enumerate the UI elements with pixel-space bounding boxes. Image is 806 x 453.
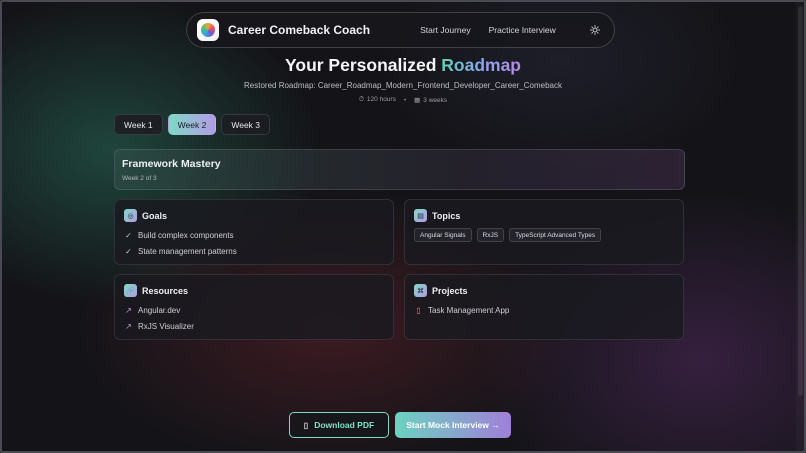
meta-separator: • [403, 96, 407, 104]
resource-text[interactable]: RxJS Visualizer [138, 322, 194, 331]
nav-link-start-journey[interactable]: Start Journey [420, 25, 471, 35]
topic-chip: Angular Signals [414, 228, 472, 242]
scrollbar-thumb[interactable] [798, 6, 803, 396]
external-link-icon: ↗ [125, 321, 132, 331]
app-logo[interactable] [197, 19, 219, 41]
duration-meta: ⏱ 120 hours [359, 96, 396, 104]
hours-value: 120 hours [366, 96, 396, 103]
download-pdf-button[interactable]: ▯ Download PDF [289, 412, 389, 438]
week-header-card: Framework Mastery Week 2 of 3 [114, 149, 685, 190]
resources-title: Resources [142, 285, 189, 296]
list-item: ▯ Task Management App [414, 303, 674, 319]
link-icon: 🔗 [124, 284, 137, 297]
list-item: ✓ Build complex components [124, 228, 384, 244]
target-icon: ◎ [124, 209, 137, 222]
page-title: Your Personalized Roadmap [0, 55, 806, 76]
theme-toggle-button[interactable] [586, 21, 604, 39]
start-mock-interview-button[interactable]: Start Mock Interview → [395, 412, 511, 438]
week-title: Framework Mastery [122, 158, 221, 170]
weeks-value: 3 weeks [423, 97, 448, 104]
start-mock-interview-label: Start Mock Interview → [406, 420, 500, 430]
tab-week-2[interactable]: Week 2 [167, 114, 217, 135]
document-icon: ▯ [303, 420, 309, 430]
topic-chip: RxJS [476, 228, 505, 242]
restored-roadmap-subtitle: Restored Roadmap: Career_Roadmap_Modern_… [244, 81, 562, 90]
scrollbar-track[interactable] [796, 2, 804, 451]
projects-title: Projects [432, 285, 468, 296]
download-pdf-label: Download PDF [314, 420, 375, 430]
clock-icon: ⏱ [358, 96, 364, 103]
list-item: ✓ State management patterns [124, 244, 384, 260]
week-progress: Week 2 of 3 [122, 175, 157, 182]
goals-card: ◎ Goals ✓ Build complex components ✓ State… [114, 199, 394, 265]
code-icon: ⌘ [414, 284, 427, 297]
logo-mark-icon [201, 23, 215, 37]
navbar: Career Comeback Coach Start Journey Prac… [186, 12, 615, 48]
tab-week-3[interactable]: Week 3 [221, 114, 271, 135]
week-tabs: Week 1 Week 2 Week 3 [114, 114, 271, 135]
nav-link-practice-interview[interactable]: Practice Interview [489, 25, 556, 35]
page-title-prefix: Your Personalized [285, 55, 437, 75]
project-text: Task Management App [428, 306, 510, 316]
tab-week-1[interactable]: Week 1 [114, 114, 163, 135]
resources-card: 🔗 Resources ↗ Angular.dev ↗ RxJS Visualize… [114, 274, 394, 340]
resource-text[interactable]: Angular.dev [138, 306, 180, 315]
topic-chip: TypeScript Advanced Types [509, 228, 602, 242]
goals-title: Goals [142, 210, 168, 221]
projects-card: ⌘ Projects ▯ Task Management App [404, 274, 684, 340]
external-link-icon: ↗ [125, 306, 132, 316]
resource-link[interactable]: ↗ RxJS Visualizer [124, 319, 384, 335]
book-icon: ▤ [414, 209, 427, 222]
resource-link[interactable]: ↗ Angular.dev [124, 303, 384, 319]
page-title-accent: Roadmap [441, 55, 521, 75]
topics-title: Topics [432, 210, 461, 221]
brand-name[interactable]: Career Comeback Coach [228, 23, 370, 37]
document-icon: ▯ [416, 306, 421, 316]
goal-text: Build complex components [138, 231, 234, 241]
sun-icon [590, 25, 600, 35]
check-icon: ✓ [125, 231, 132, 241]
topics-card: ▤ Topics Angular Signals RxJS TypeScript… [404, 199, 684, 265]
calendar-icon: ▦ [414, 97, 421, 104]
roadmap-meta: ⏱ 120 hours • ▦ 3 weeks [0, 96, 806, 104]
weeks-meta: ▦ 3 weeks [414, 96, 447, 104]
check-icon: ✓ [125, 246, 132, 256]
goal-text: State management patterns [138, 246, 237, 256]
